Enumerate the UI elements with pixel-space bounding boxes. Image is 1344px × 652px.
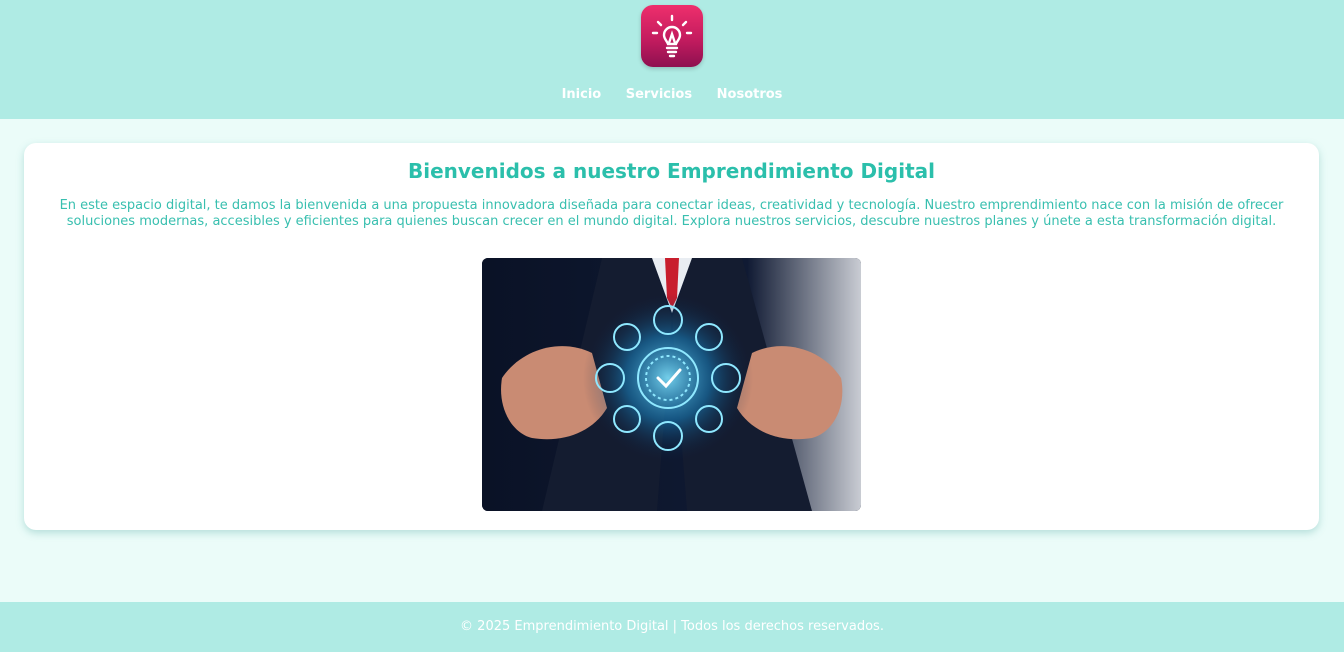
nav-nosotros[interactable]: Nosotros bbox=[717, 87, 783, 102]
hero-image bbox=[482, 258, 861, 511]
lightbulb-icon bbox=[651, 14, 693, 58]
page-title: Bienvenidos a nuestro Emprendimiento Dig… bbox=[407, 159, 935, 183]
main-nav: Inicio Servicios Nosotros bbox=[0, 86, 1344, 104]
digital-transformation-illustration bbox=[482, 258, 861, 511]
logo[interactable] bbox=[641, 5, 703, 67]
nav-inicio[interactable]: Inicio bbox=[562, 87, 602, 102]
site-footer: © 2025 Emprendimiento Digital | Todos lo… bbox=[0, 602, 1344, 652]
welcome-description: En este espacio digital, te damos la bie… bbox=[59, 198, 1284, 229]
nav-servicios[interactable]: Servicios bbox=[626, 87, 692, 102]
footer-copyright: © 2025 Emprendimiento Digital | Todos lo… bbox=[460, 619, 884, 634]
site-header: Inicio Servicios Nosotros bbox=[0, 0, 1344, 119]
welcome-card: Bienvenidos a nuestro Emprendimiento Dig… bbox=[24, 143, 1319, 530]
